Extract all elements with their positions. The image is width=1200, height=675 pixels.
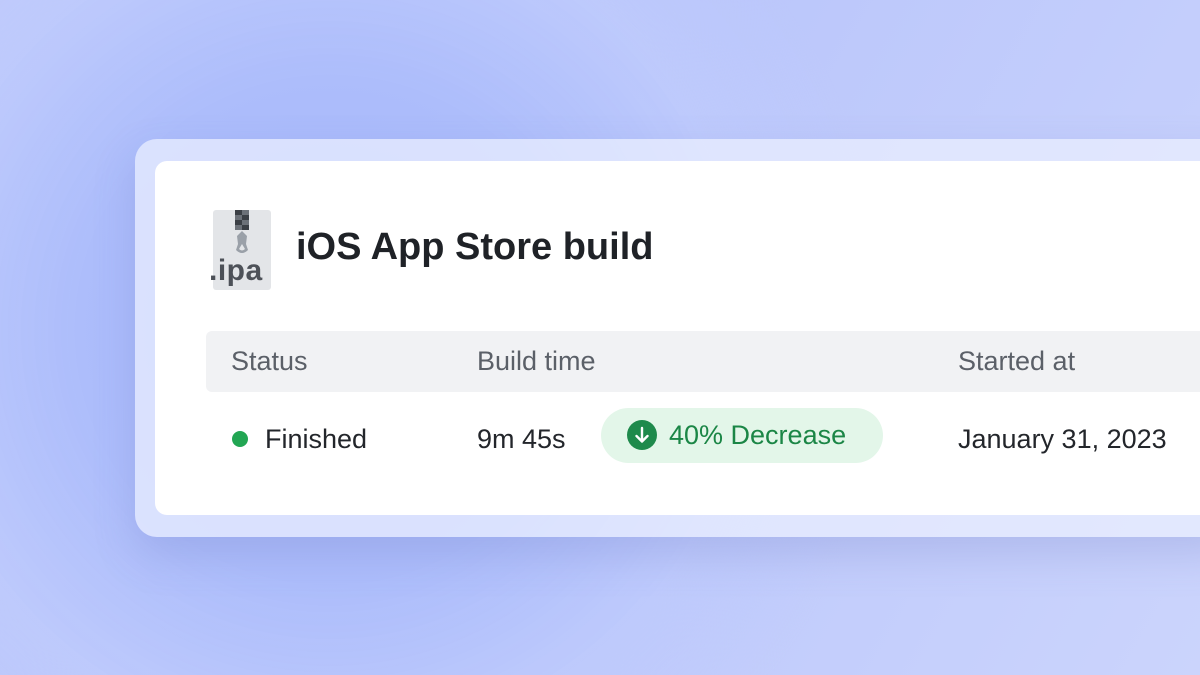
build-card: .ipa iOS App Store build Status Build ti…	[155, 161, 1200, 515]
arrow-down-circle-icon	[627, 420, 657, 450]
status-dot-icon	[232, 431, 248, 447]
zip-file-icon	[235, 210, 249, 253]
header-status: Status	[231, 346, 308, 376]
header-started-at: Started at	[958, 346, 1076, 376]
decrease-label: 40% Decrease	[669, 420, 847, 450]
header-build-time: Build time	[477, 346, 596, 376]
file-extension: .ipa	[209, 254, 263, 287]
ipa-file-icon: .ipa	[209, 210, 271, 290]
build-time-value: 9m 45s	[477, 424, 566, 454]
table-header: Status Build time Started at	[206, 331, 1200, 392]
build-title: iOS App Store build	[296, 226, 654, 268]
started-at-value: January 31, 2023	[958, 424, 1167, 454]
decrease-badge: 40% Decrease	[601, 408, 883, 463]
status-value: Finished	[265, 424, 368, 454]
